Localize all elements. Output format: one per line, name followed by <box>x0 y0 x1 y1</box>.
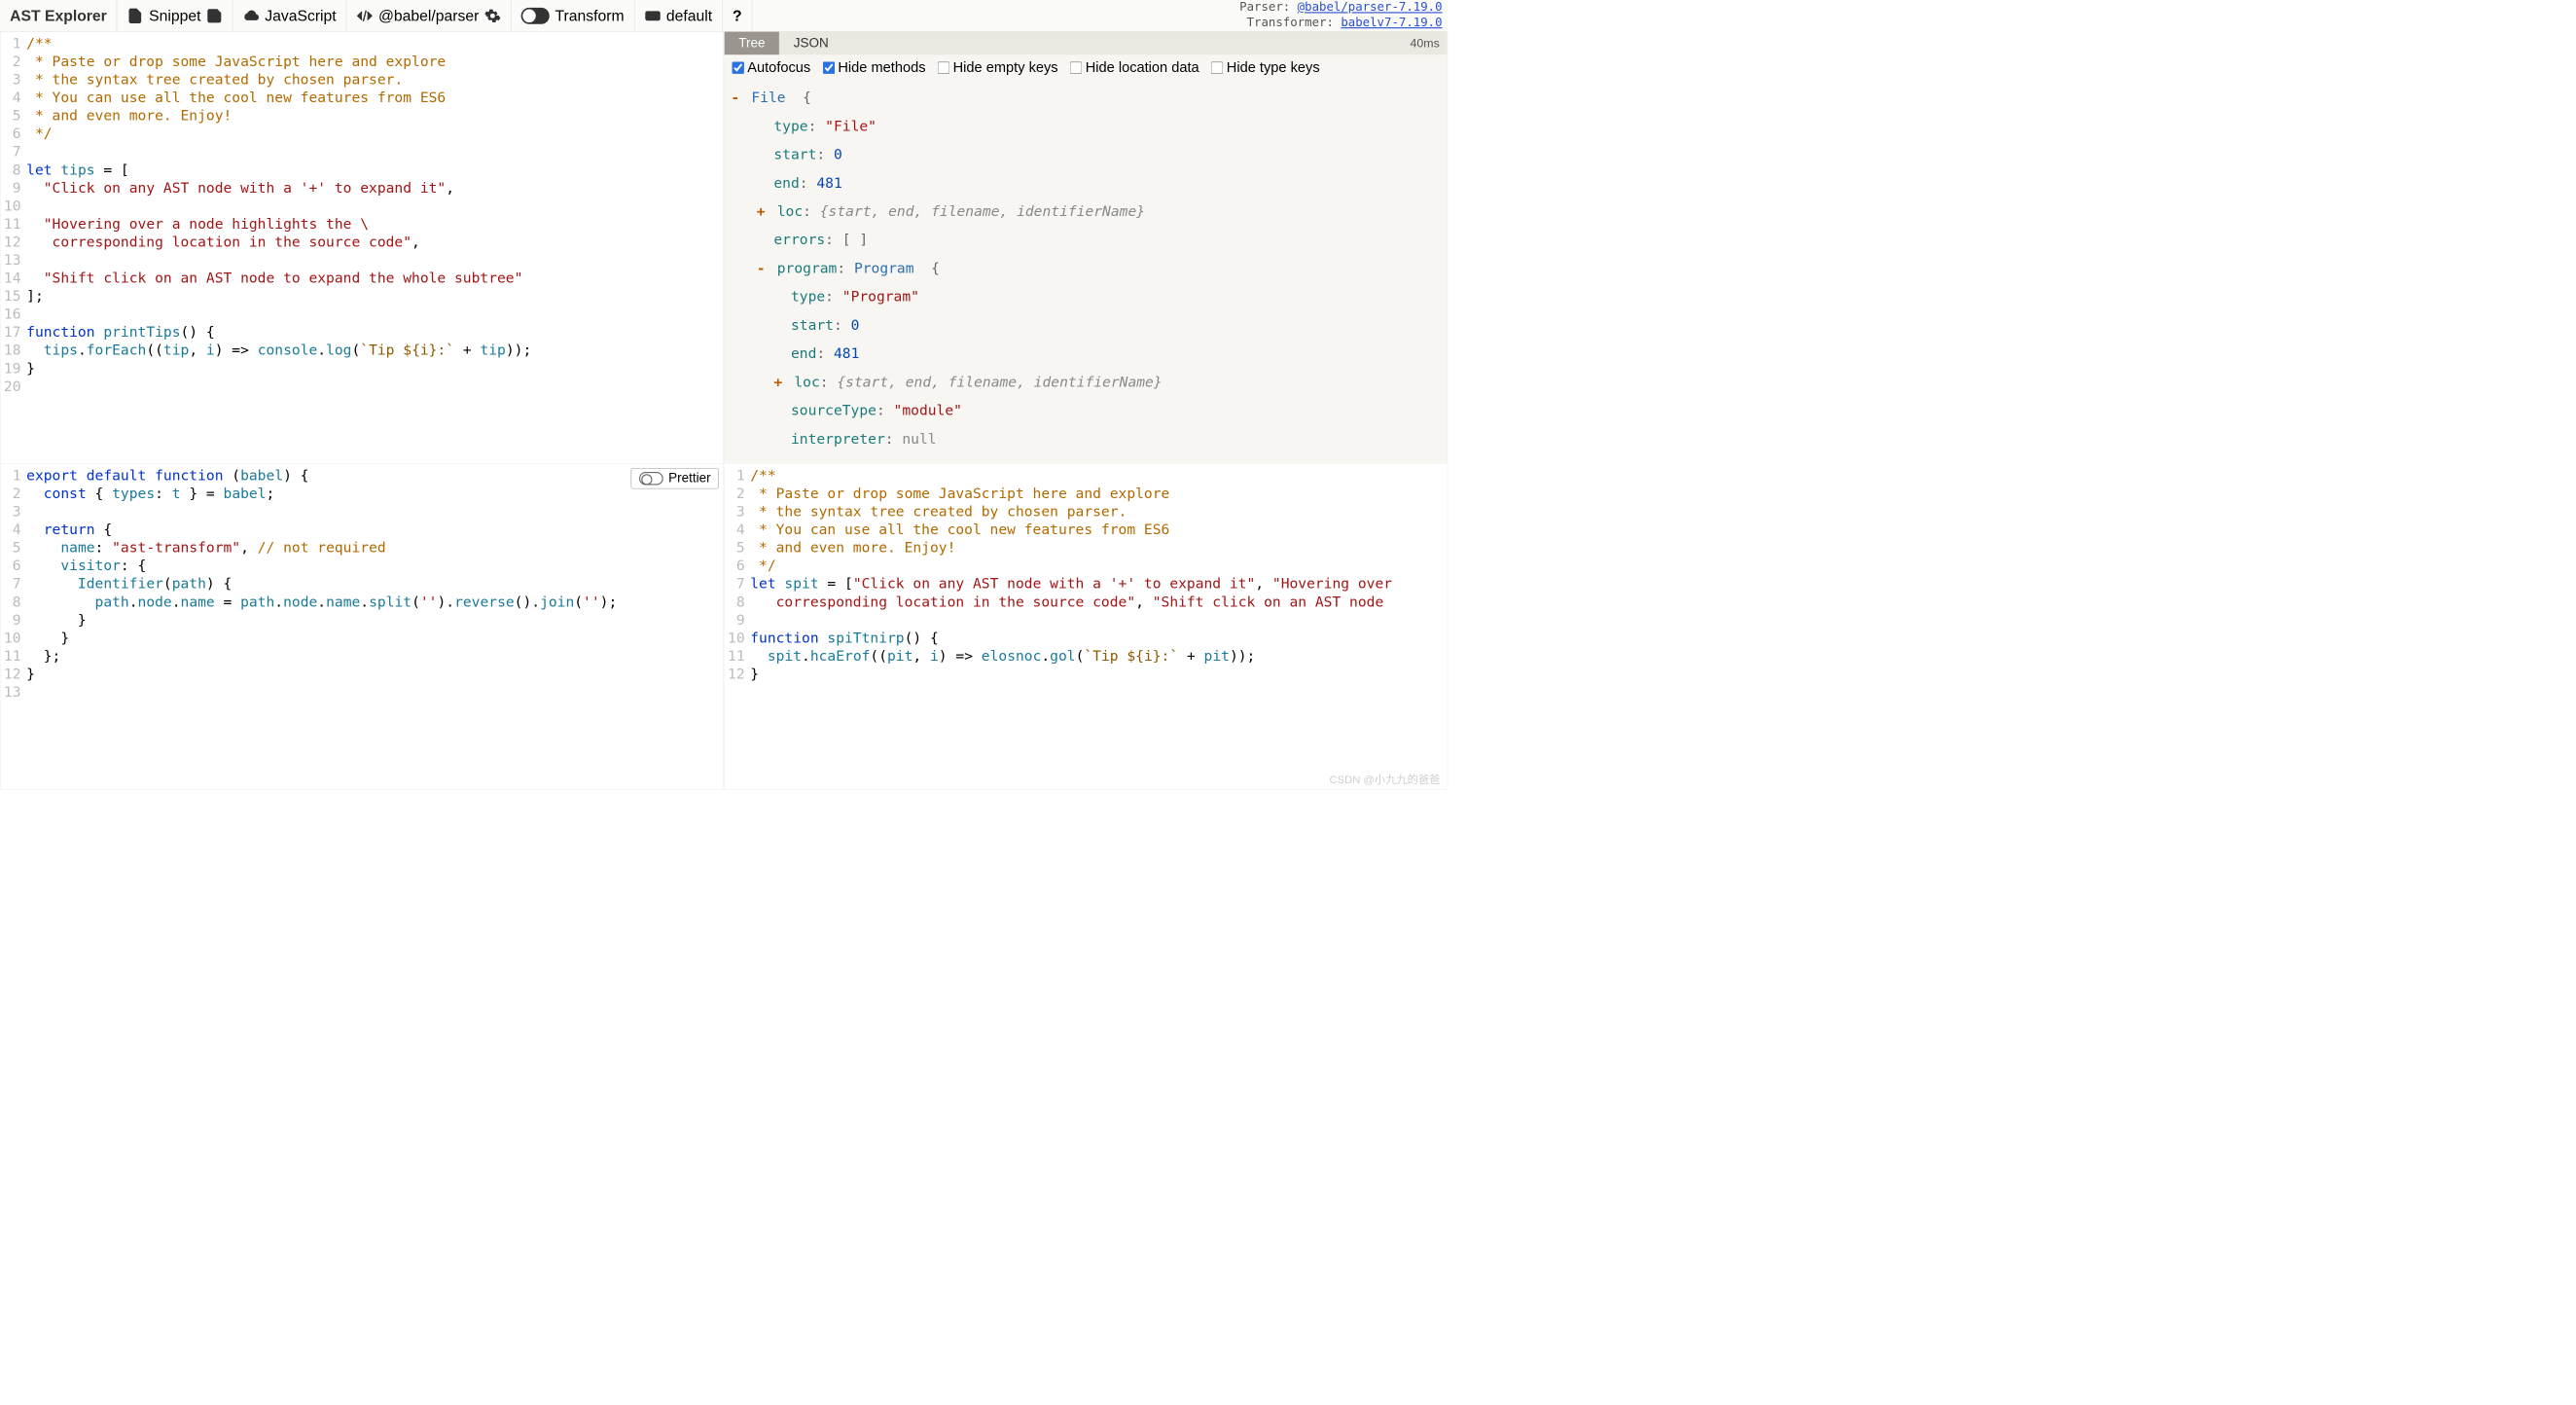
ast-tabs: Tree JSON 40ms <box>725 32 1448 55</box>
transformer-version-link[interactable]: babelv7-7.19.0 <box>1341 16 1442 29</box>
parser-version-link[interactable]: @babel/parser-7.19.0 <box>1298 1 1443 15</box>
transform-code[interactable]: export default function (babel) { const … <box>26 464 617 705</box>
code-file-icon <box>127 8 144 24</box>
source-editor-pane[interactable]: 1 2 3 4 5 6 7 8 9 10 11 12 13 14 15 16 1… <box>0 32 724 464</box>
ast-pane: Tree JSON 40ms Autofocus Hide methods Hi… <box>724 32 1448 464</box>
snippet-label: Snippet <box>149 7 200 24</box>
code-tag-icon <box>356 8 373 24</box>
output-code: /** * Paste or drop some JavaScript here… <box>750 464 1392 687</box>
source-code[interactable]: /** * Paste or drop some JavaScript here… <box>26 32 531 400</box>
transform-label: Transform <box>555 7 625 24</box>
opt-hide-empty[interactable]: Hide empty keys <box>938 59 1058 76</box>
opt-hide-methods[interactable]: Hide methods <box>823 59 926 76</box>
snippet-menu[interactable]: Snippet <box>117 0 233 31</box>
toolbar: AST Explorer Snippet JavaScript @babel/p… <box>0 0 1448 32</box>
keyboard-icon <box>644 8 661 24</box>
line-gutter: 1 2 3 4 5 6 7 8 9 10 11 12 <box>725 464 751 687</box>
output-editor-pane[interactable]: 1 2 3 4 5 6 7 8 9 10 11 12 /** * Paste o… <box>724 464 1448 790</box>
parse-time: 40ms <box>1411 36 1448 51</box>
language-label: JavaScript <box>265 7 336 24</box>
language-menu[interactable]: JavaScript <box>233 0 347 31</box>
transform-editor-pane[interactable]: Prettier 1 2 3 4 5 6 7 8 9 10 11 12 13 e… <box>0 464 724 790</box>
gear-icon[interactable] <box>484 8 501 24</box>
opt-hide-location[interactable]: Hide location data <box>1070 59 1199 76</box>
parser-label: @babel/parser <box>378 7 479 24</box>
opt-autofocus[interactable]: Autofocus <box>733 59 811 76</box>
line-gutter: 1 2 3 4 5 6 7 8 9 10 11 12 13 14 15 16 1… <box>1 32 27 400</box>
transform-menu[interactable]: Transform <box>512 0 635 31</box>
ast-tree[interactable]: - File { type: "File" start: 0 end: 481 … <box>725 81 1448 457</box>
preset-menu[interactable]: default <box>634 0 723 31</box>
prettier-toggle-icon <box>639 472 663 485</box>
tab-tree[interactable]: Tree <box>725 32 779 55</box>
transform-toggle-icon[interactable] <box>521 8 550 24</box>
ast-options: Autofocus Hide methods Hide empty keys H… <box>725 54 1448 80</box>
help-button[interactable]: ? <box>723 0 752 31</box>
preset-label: default <box>666 7 712 24</box>
cloud-icon <box>243 8 260 24</box>
app-logo[interactable]: AST Explorer <box>0 0 117 31</box>
prettier-button[interactable]: Prettier <box>630 468 719 488</box>
main-grid: 1 2 3 4 5 6 7 8 9 10 11 12 13 14 15 16 1… <box>0 32 1448 790</box>
save-icon <box>206 8 223 24</box>
version-meta: Parser: @babel/parser-7.19.0 Transformer… <box>1239 0 1442 30</box>
line-gutter: 1 2 3 4 5 6 7 8 9 10 11 12 13 <box>1 464 27 705</box>
tab-json[interactable]: JSON <box>779 32 842 55</box>
watermark: CSDN @小九九的爸爸 <box>1329 771 1440 786</box>
opt-hide-type[interactable]: Hide type keys <box>1211 59 1320 76</box>
parser-menu[interactable]: @babel/parser <box>346 0 511 31</box>
